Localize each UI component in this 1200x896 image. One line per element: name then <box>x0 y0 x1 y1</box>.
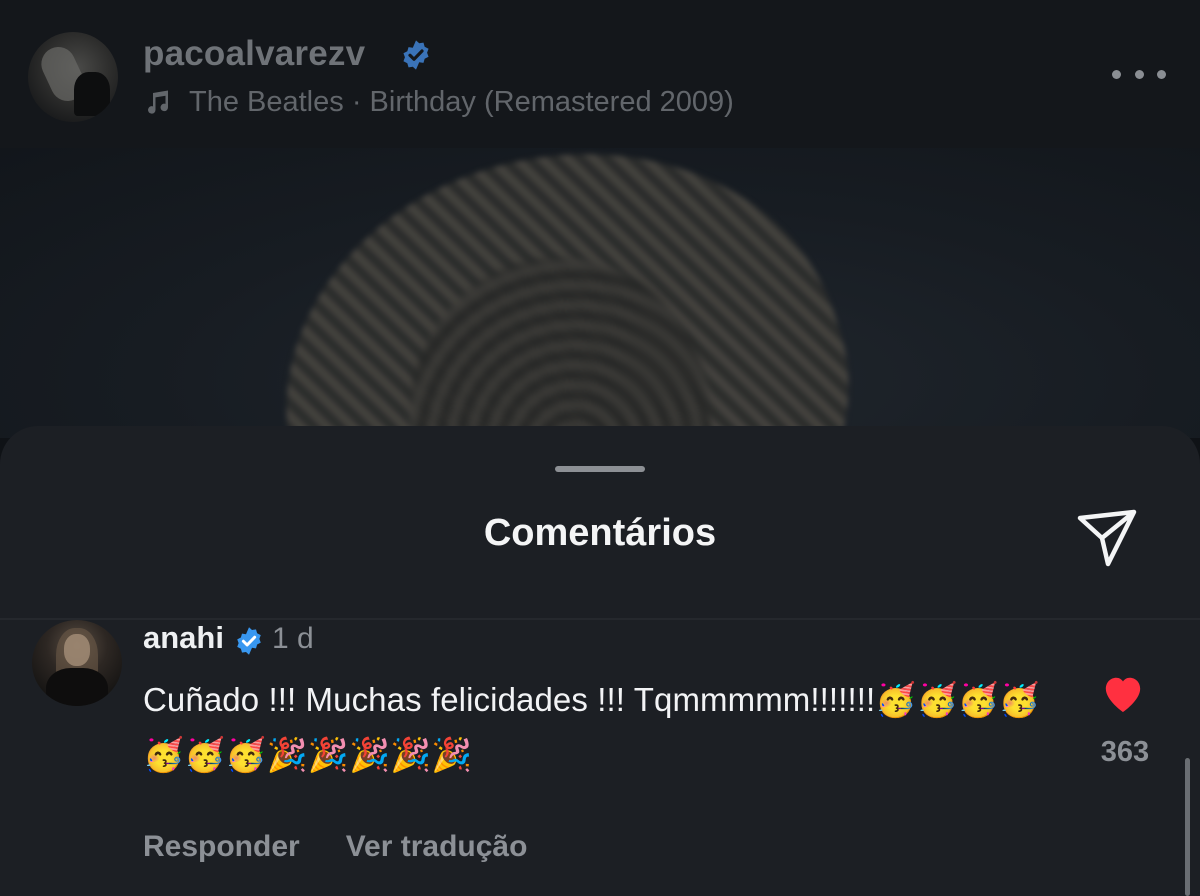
more-dot <box>1134 69 1144 79</box>
avatar-image-detail <box>64 634 90 666</box>
comment-timestamp: 1 d <box>272 622 314 655</box>
reply-button[interactable]: Responder <box>143 830 300 864</box>
avatar-image-detail <box>46 668 108 706</box>
post-song[interactable]: The Beatles · Birthday (Remastered 2009) <box>143 86 734 119</box>
like-count: 363 <box>1100 736 1150 768</box>
post-photo[interactable] <box>0 148 1200 438</box>
more-dot <box>1157 69 1166 79</box>
comment-text: Cuñado !!! Muchas felicidades !!! Tqmmmm… <box>143 681 1041 773</box>
comment-username[interactable]: anahi <box>143 620 224 656</box>
post-header: pacoalvarezv The Beatles · Birthday (Rem… <box>0 0 1200 148</box>
more-options-icon[interactable] <box>1112 62 1166 86</box>
heart-filled-icon[interactable] <box>1100 672 1146 714</box>
sheet-grabber[interactable] <box>555 466 645 472</box>
scrollbar[interactable] <box>1185 758 1190 896</box>
verified-badge-icon <box>400 39 432 71</box>
sheet-title: Comentários <box>483 512 717 554</box>
song-label: The Beatles · Birthday (Remastered 2009) <box>189 86 734 118</box>
comments-sheet: Comentários <box>0 426 1200 896</box>
send-icon[interactable] <box>1074 506 1140 572</box>
verified-badge-icon <box>234 626 264 656</box>
music-note-icon <box>143 88 173 118</box>
more-dot <box>1112 69 1121 79</box>
post-username[interactable]: pacoalvarezv <box>143 34 365 74</box>
comment-actions: Responder Ver tradução <box>143 830 527 864</box>
post-author-avatar[interactable] <box>28 32 118 122</box>
avatar-image-detail <box>74 72 110 116</box>
comment-author-avatar[interactable] <box>32 620 122 706</box>
see-translation-button[interactable]: Ver tradução <box>346 830 528 864</box>
